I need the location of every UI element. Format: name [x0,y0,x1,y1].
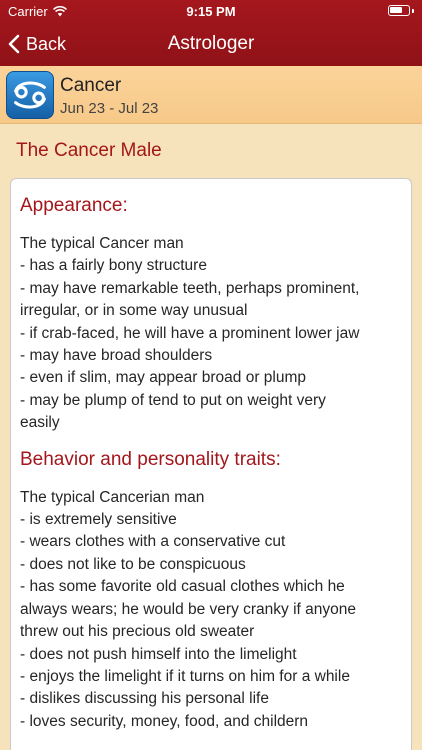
battery-icon [388,5,414,16]
text-line: - may have remarkable teeth, perhaps pro… [20,279,360,297]
text-line: - enjoys the limelight if it turns on hi… [20,667,350,685]
text-line: easily [20,414,60,432]
text-line: - has some favorite old casual clothes w… [20,578,345,596]
text-line: - has a fairly bony structure [20,257,207,275]
sign-header: Cancer Jun 23 - Jul 23 [0,66,422,124]
nav-title: Astrologer [167,33,255,54]
text-line: threw out his precious old sweater [20,623,255,641]
battery-fill [390,7,402,13]
text-line: - dislikes discussing his personal life [20,690,269,708]
text-line: - may have broad shoulders [20,347,213,365]
status-time: 9:15 PM [186,4,236,19]
sign-name: Cancer [60,75,122,96]
text-line: - does not like to be conspicuous [20,555,246,573]
cancer-zodiac-icon [6,71,54,119]
top-bar: Carrier 9:15 PM Back Astrologer [0,0,422,66]
text-line: - if crab-faced, he will have a prominen… [20,324,360,342]
behavior-text: The typical Cancerian man - is extremely… [20,487,403,733]
text-line: - even if slim, may appear broad or plum… [20,369,307,387]
status-bar: Carrier 9:15 PM [0,0,422,22]
appearance-text: The typical Cancer man - has a fairly bo… [20,233,403,435]
sign-dates: Jun 23 - Jul 23 [60,100,159,117]
text-line: - loves security, money, food, and child… [20,712,309,730]
text-line: - does not push himself into the limelig… [20,645,297,663]
text-line: irregular, or in some way unusual [20,302,248,320]
navigation-bar: Back Astrologer [0,22,422,66]
text-line: The typical Cancerian man [20,488,205,506]
text-line: - may be plump of tend to put on weight … [20,391,326,409]
text-line: - wears clothes with a conservative cut [20,533,286,551]
appearance-heading: Appearance: [20,195,128,216]
text-line: always wears; he would be very cranky if… [20,600,356,618]
text-line: - is extremely sensitive [20,511,177,529]
section-title: The Cancer Male [16,140,162,161]
behavior-heading: Behavior and personality traits: [20,448,281,470]
text-line: The typical Cancer man [20,235,184,252]
content-card[interactable]: Appearance: The typical Cancer man - has… [10,178,412,750]
